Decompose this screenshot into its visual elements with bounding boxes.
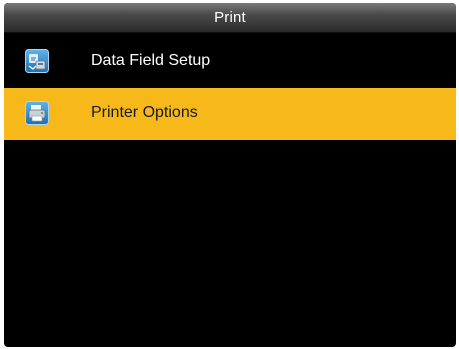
title-bar: Print [4,3,456,33]
menu-item-data-field-setup[interactable]: Data Field Setup [4,36,456,88]
device-screen: Print Data Field Setup Printer Options [4,3,456,347]
page-title: Print [214,9,246,26]
menu-item-label: Data Field Setup [91,52,211,69]
printer-icon [25,101,49,125]
data-field-icon [25,49,49,73]
menu-list: Data Field Setup Printer Options [4,36,456,140]
menu-item-label: Printer Options [91,104,198,121]
menu-item-printer-options[interactable]: Printer Options [4,88,456,140]
